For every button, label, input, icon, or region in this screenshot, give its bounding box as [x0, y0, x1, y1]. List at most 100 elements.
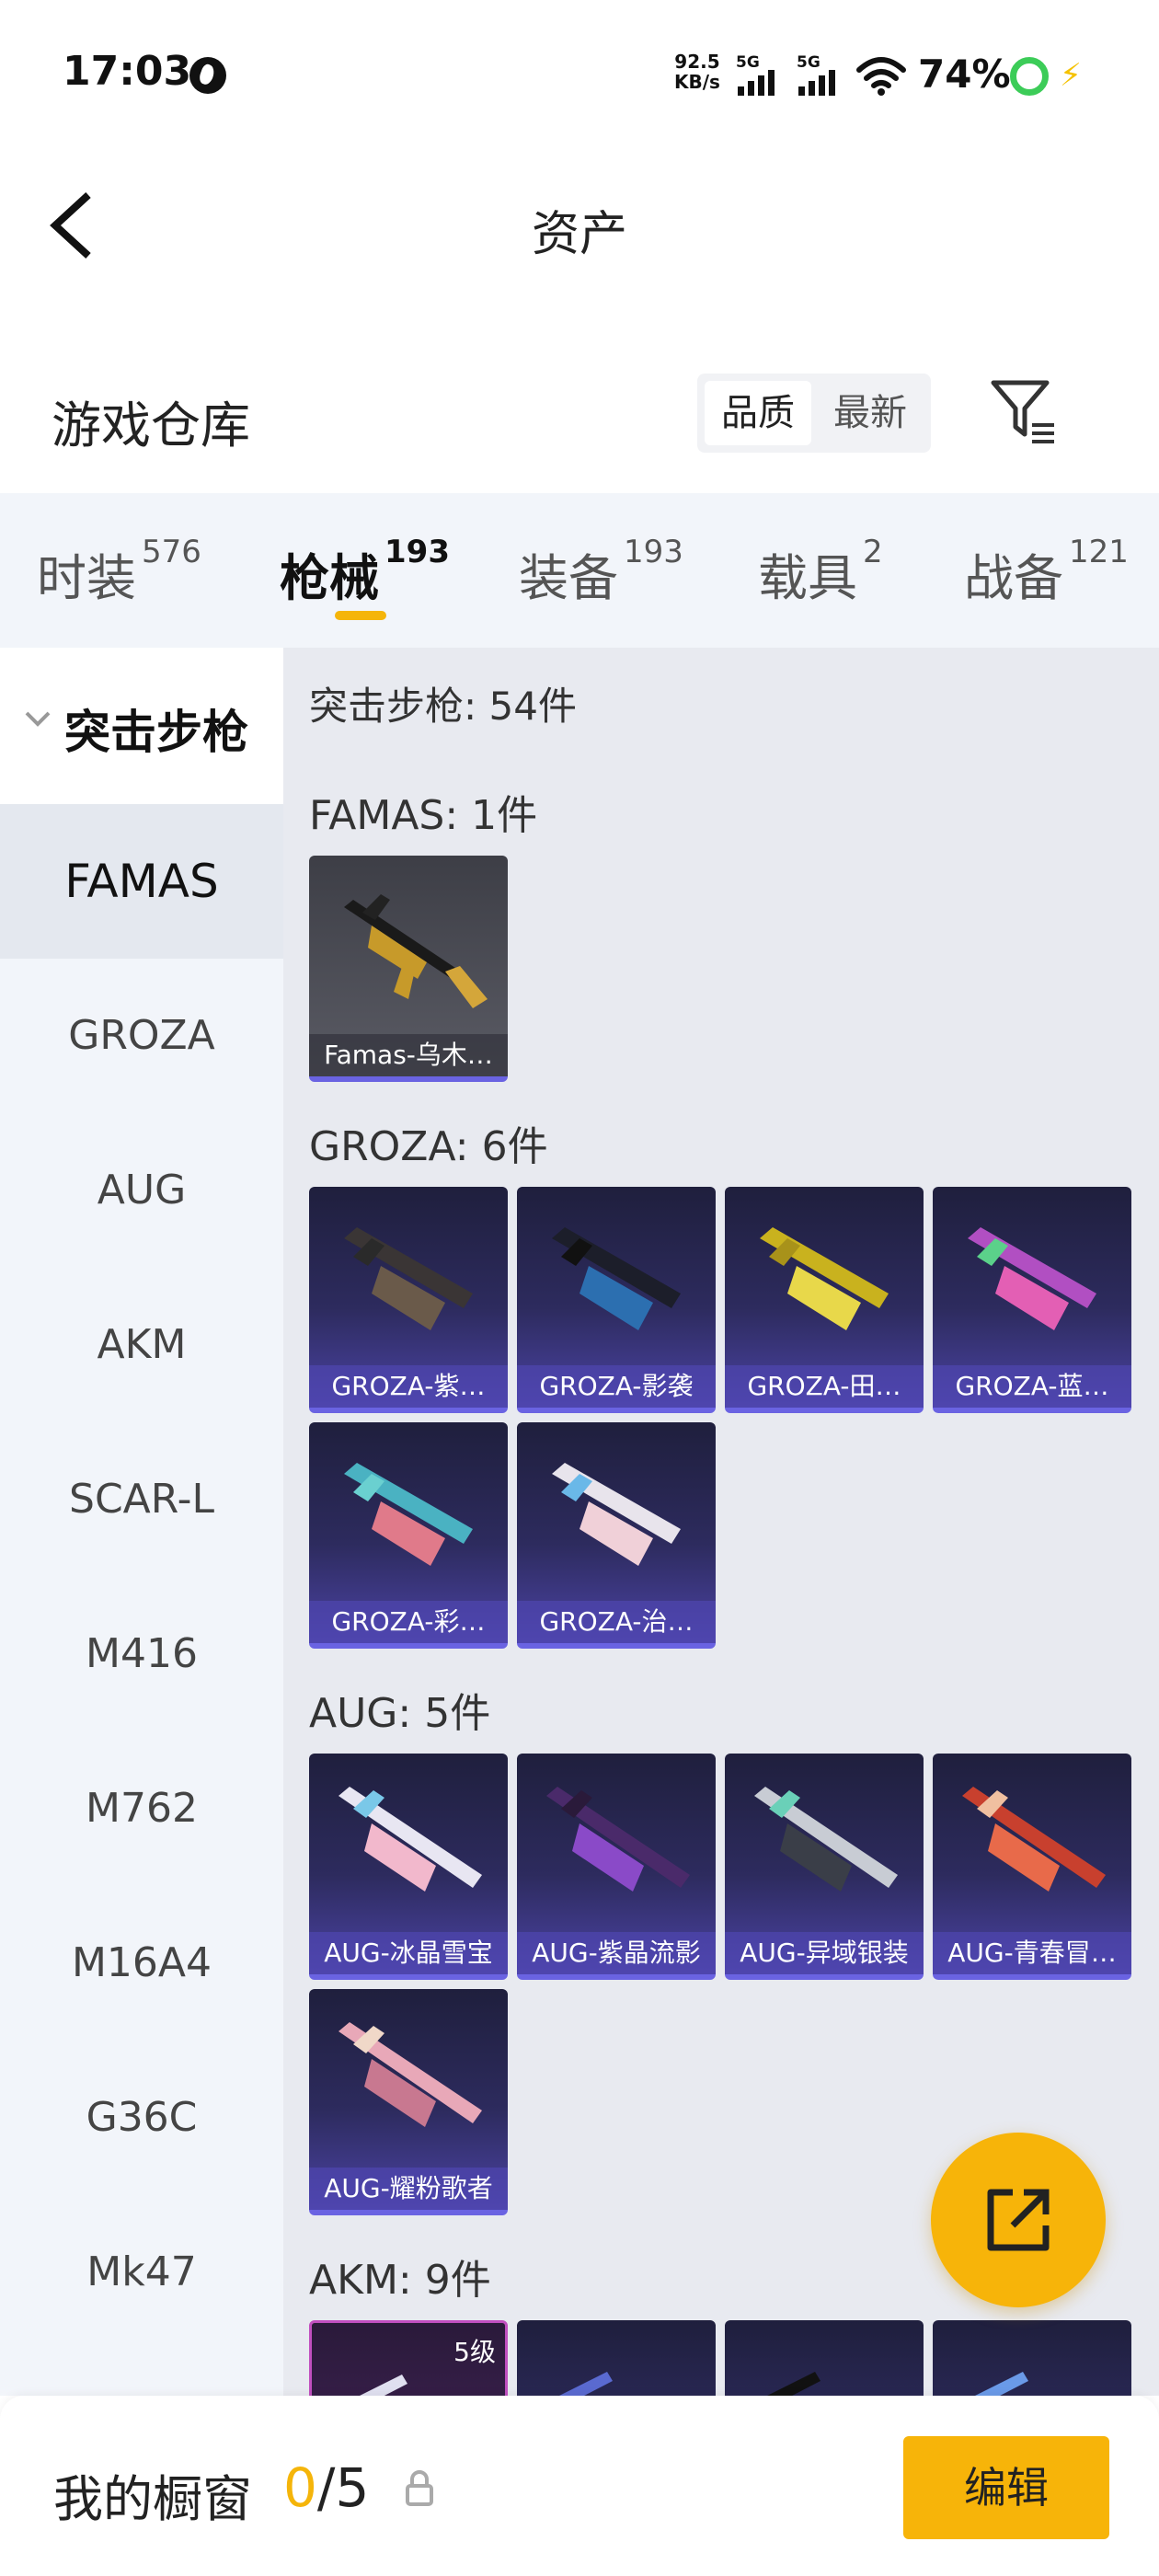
weapon-card[interactable]	[517, 2320, 716, 2396]
sidebar-item-famas[interactable]: FAMAS	[0, 804, 283, 959]
sidebar-item-aug[interactable]: AUG	[0, 1113, 283, 1268]
category-tabs: 时装 576 枪械 193 装备 193 载具 2 战备 121	[0, 493, 1159, 648]
page-title: 资产	[531, 207, 627, 262]
status-bar: 17:03 92.5 KB/s 5G 5G 74% ⚡	[0, 0, 1159, 147]
tab-label: 载具	[758, 549, 857, 607]
rifle-icon	[344, 1227, 473, 1330]
sidebar-category-label: 突击步枪	[64, 706, 248, 759]
weapon-card-label: AUG-耀粉歌者	[309, 2168, 508, 2210]
tab-fashion[interactable]: 时装 576	[37, 534, 201, 610]
weapon-card[interactable]: GROZA-紫…	[309, 1187, 508, 1413]
sidebar-item-groza[interactable]: GROZA	[0, 959, 283, 1113]
weapon-card[interactable]: AUG-冰晶雪宝	[309, 1754, 508, 1980]
chevron-down-icon	[25, 711, 51, 727]
showcase-title: 我的橱窗	[53, 2470, 252, 2528]
weapon-card-label: GROZA-蓝…	[933, 1365, 1131, 1408]
tab-label: 战备	[964, 549, 1063, 607]
weapon-card[interactable]: 5级	[309, 2320, 508, 2396]
weapon-card-label: AUG-青春冒…	[933, 1932, 1131, 1974]
weapon-card[interactable]	[933, 2320, 1131, 2396]
sidebar-item-mk47[interactable]: Mk47	[0, 2195, 283, 2350]
weapon-card[interactable]: AUG-耀粉歌者	[309, 1989, 508, 2215]
weapon-card-label: GROZA-田…	[725, 1365, 924, 1408]
share-button[interactable]	[931, 2133, 1106, 2307]
network-speed-unit: KB/s	[674, 71, 720, 93]
sidebar-item-g36c[interactable]: G36C	[0, 2041, 283, 2195]
signal-tag: 5G	[736, 53, 760, 72]
rifle-icon	[754, 1787, 898, 1892]
tab-label: 枪械	[280, 549, 379, 607]
sidebar-item-m16a4[interactable]: M16A4	[0, 1886, 283, 2041]
rifle-icon	[552, 1463, 681, 1566]
tab-active-indicator	[335, 611, 386, 620]
weapon-card[interactable]: AUG-青春冒…	[933, 1754, 1131, 1980]
weapon-card-label: GROZA-紫…	[309, 1365, 508, 1408]
tab-count: 121	[1069, 534, 1129, 570]
sidebar-category[interactable]: 突击步枪	[0, 648, 283, 804]
sidebar-item-akm[interactable]: AKM	[0, 1268, 283, 1422]
weapon-card-label: GROZA-影袭	[517, 1365, 716, 1408]
tab-count: 193	[624, 534, 683, 570]
showcase-count: 0/5	[283, 2456, 369, 2519]
weapon-card[interactable]: GROZA-影袭	[517, 1187, 716, 1413]
tab-count: 576	[142, 534, 201, 570]
group-title: GROZA: 6件	[309, 1123, 548, 1170]
filter-icon[interactable]	[990, 377, 1060, 447]
showcase-total: /5	[316, 2456, 370, 2519]
tab-label: 时装	[37, 549, 136, 607]
weapon-card[interactable]: AUG-异域银装	[725, 1754, 924, 1980]
category-summary: 突击步枪: 54件	[309, 684, 577, 729]
warehouse-title: 游戏仓库	[52, 397, 250, 454]
weapon-card-label: AUG-异域银装	[725, 1932, 924, 1974]
globe-icon	[189, 57, 226, 94]
rifle-icon	[760, 1227, 889, 1330]
weapon-card[interactable]: GROZA-田…	[725, 1187, 924, 1413]
sidebar-item-m416[interactable]: M416	[0, 1577, 283, 1731]
weapon-card-label: GROZA-治…	[517, 1601, 716, 1643]
lock-icon	[406, 2470, 433, 2506]
tab-firearms[interactable]: 枪械 193	[280, 534, 450, 610]
weapon-card-label: AUG-紫晶流影	[517, 1932, 716, 1974]
rifle-icon	[344, 894, 488, 1008]
tab-equipment[interactable]: 装备 193	[519, 534, 683, 610]
battery-icon	[1010, 57, 1049, 96]
rifle-icon	[968, 1227, 1096, 1330]
sort-newest-button[interactable]: 最新	[817, 381, 924, 445]
weapon-card-label: Famas-乌木…	[309, 1034, 508, 1076]
rifle-icon	[767, 2372, 820, 2396]
group-title: AUG: 5件	[309, 1690, 491, 1737]
rifle-icon	[360, 2375, 407, 2396]
network-speed-value: 92.5	[674, 51, 720, 73]
share-icon	[987, 2189, 1050, 2251]
tab-gear[interactable]: 战备 121	[964, 534, 1129, 610]
weapon-card-label: GROZA-彩…	[309, 1601, 508, 1643]
weapon-card[interactable]: GROZA-蓝…	[933, 1187, 1131, 1413]
weapon-card[interactable]: Famas-乌木…	[309, 856, 508, 1082]
tab-label: 装备	[519, 549, 618, 607]
showcase-current: 0	[283, 2456, 317, 2519]
rifle-icon	[962, 1787, 1106, 1892]
rifle-icon	[975, 2372, 1028, 2396]
rifle-icon	[344, 1463, 473, 1566]
weapon-card[interactable]: GROZA-彩…	[309, 1422, 508, 1649]
sidebar-item-m762[interactable]: M762	[0, 1731, 283, 1886]
rifle-icon	[559, 2372, 613, 2396]
tab-vehicles[interactable]: 载具 2	[758, 534, 883, 610]
sidebar-item-scar-l[interactable]: SCAR-L	[0, 1422, 283, 1577]
wifi-icon	[856, 57, 906, 96]
rifle-icon	[339, 1787, 482, 1892]
sort-toggle: 品质 最新	[697, 374, 931, 453]
weapon-card[interactable]	[725, 2320, 924, 2396]
rifle-icon	[552, 1227, 681, 1330]
group-title: AKM: 9件	[309, 2257, 491, 2304]
signal-icon: 5G	[736, 53, 786, 98]
weapon-card[interactable]: AUG-紫晶流影	[517, 1754, 716, 1980]
rifle-icon	[546, 1787, 690, 1892]
group-title: FAMAS: 1件	[309, 792, 538, 839]
weapon-card[interactable]: GROZA-治…	[517, 1422, 716, 1649]
charging-icon: ⚡	[1060, 57, 1082, 94]
signal-tag: 5G	[797, 53, 820, 72]
sort-quality-button[interactable]: 品质	[705, 381, 811, 445]
edit-button[interactable]: 编辑	[903, 2436, 1109, 2539]
showcase-bar: 我的橱窗 0/5 编辑	[0, 2396, 1159, 2576]
